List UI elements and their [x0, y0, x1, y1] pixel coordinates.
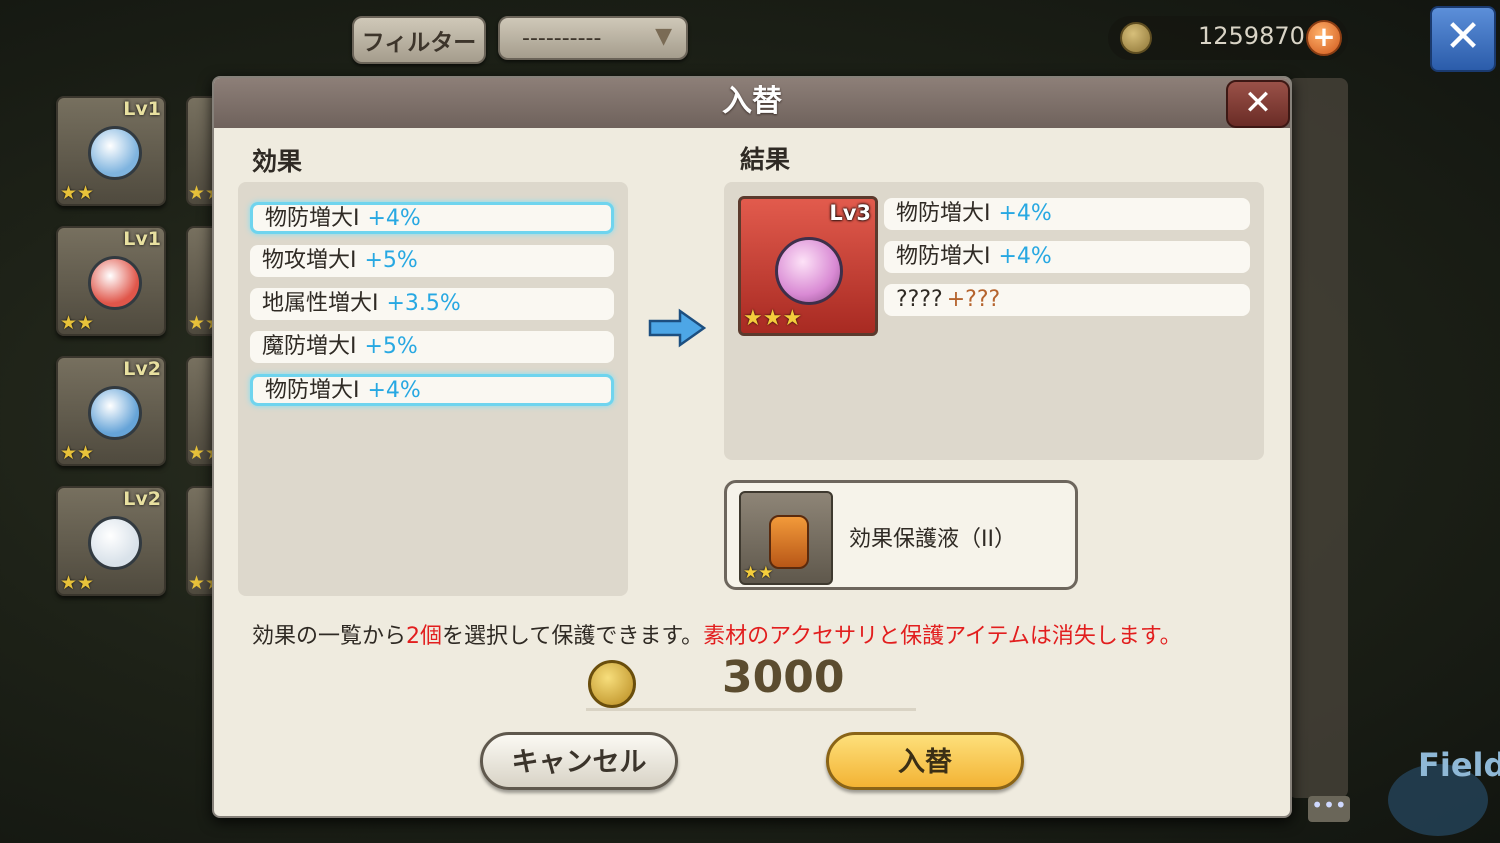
arrow-right-icon	[648, 308, 706, 348]
effect-value: +4%	[367, 378, 421, 403]
add-gold-button[interactable]: +	[1306, 20, 1342, 56]
effects-label: 効果	[252, 147, 303, 176]
effect-row[interactable]: 物防増大Ⅰ +4%	[250, 202, 614, 234]
field-button[interactable]: Field	[1418, 746, 1500, 784]
protect-item-slot[interactable]: ★★ 効果保護液（II）	[724, 480, 1078, 590]
background-side-panel	[1288, 78, 1348, 798]
chevron-down-icon: ▼	[655, 24, 672, 49]
result-row: ???? +???	[884, 284, 1250, 316]
effect-value: +3.5%	[386, 291, 461, 316]
gold-coin-icon	[1120, 22, 1152, 54]
accessory-gem-icon	[88, 256, 142, 310]
result-row: 物防増大Ⅰ +4%	[884, 241, 1250, 273]
result-value: +4%	[998, 244, 1052, 269]
effect-value: +5%	[364, 334, 418, 359]
protect-stars: ★★	[743, 563, 774, 583]
info-text: 効果の一覧から2個を選択して保護できます。素材のアクセサリと保護アイテムは消失し…	[252, 618, 1182, 650]
info-part1: 効果の一覧から	[252, 624, 407, 649]
tile-stars: ★★	[60, 442, 95, 464]
info-count: 2個	[406, 624, 443, 649]
accessory-tile-1[interactable]: Lv1 ★★	[56, 96, 166, 206]
close-icon[interactable]: ✕	[1430, 6, 1496, 72]
gold-amount: 1259870	[1198, 22, 1305, 50]
effect-row[interactable]: 地属性増大Ⅰ +3.5%	[250, 288, 614, 320]
result-name: 物防増大Ⅰ	[896, 244, 991, 269]
result-value: +4%	[998, 201, 1052, 226]
tile-level: Lv1	[123, 98, 161, 120]
tile-level: Lv2	[123, 358, 161, 380]
accessory-gem-icon	[88, 516, 142, 570]
effect-name: 物防増大Ⅰ	[265, 206, 360, 231]
result-row: 物防増大Ⅰ +4%	[884, 198, 1250, 230]
result-accessory-icon: Lv3 ★★★	[738, 196, 878, 336]
tile-level: Lv1	[123, 228, 161, 250]
accessory-gem-icon	[88, 386, 142, 440]
result-name: 物防増大Ⅰ	[896, 201, 991, 226]
result-level: Lv3	[829, 201, 871, 225]
result-stars: ★★★	[743, 306, 803, 331]
swap-dialog: 入替 ✕ 効果 結果 物防増大Ⅰ +4% 物攻増大Ⅰ +5% 地属性増大Ⅰ +3.5%…	[212, 76, 1292, 818]
bottle-icon	[769, 515, 809, 569]
accessory-tile-2[interactable]: Lv1 ★★	[56, 226, 166, 336]
dialog-title: 入替	[214, 78, 1290, 128]
effect-name: 物攻増大Ⅰ	[262, 248, 357, 273]
tile-stars: ★★	[60, 572, 95, 594]
result-name: ????	[896, 287, 943, 312]
effect-name: 物防増大Ⅰ	[265, 378, 360, 403]
tile-stars: ★★	[60, 182, 95, 204]
swap-button[interactable]: 入替	[826, 732, 1024, 790]
accessory-gem-icon	[88, 126, 142, 180]
potion-gem-icon	[775, 237, 843, 305]
result-label: 結果	[740, 145, 791, 174]
cost-divider	[586, 708, 916, 711]
filter-button[interactable]: フィルター	[352, 16, 486, 64]
cost-value: 3000	[722, 652, 845, 703]
protect-item-name: 効果保護液（II）	[849, 527, 1016, 552]
tile-stars: ★★	[60, 312, 95, 334]
filter-dropdown[interactable]: ---------- ▼	[498, 16, 688, 60]
chat-icon[interactable]: •••	[1308, 795, 1350, 822]
effect-value: +5%	[364, 248, 418, 273]
accessory-tile-3[interactable]: Lv2 ★★	[56, 356, 166, 466]
tile-level: Lv2	[123, 488, 161, 510]
effect-value: +4%	[367, 206, 421, 231]
result-value: +???	[946, 287, 1001, 312]
dialog-close-button[interactable]: ✕	[1226, 80, 1290, 128]
info-part2: を選択して保護できます。	[442, 624, 704, 649]
effect-name: 魔防増大Ⅰ	[262, 334, 357, 359]
cancel-button[interactable]: キャンセル	[480, 732, 678, 790]
result-panel: Lv3 ★★★ 物防増大Ⅰ +4% 物防増大Ⅰ +4% ???? +???	[724, 182, 1264, 460]
effects-list: 物防増大Ⅰ +4% 物攻増大Ⅰ +5% 地属性増大Ⅰ +3.5% 魔防増大Ⅰ +5% 物…	[238, 182, 628, 596]
effect-row[interactable]: 魔防増大Ⅰ +5%	[250, 331, 614, 363]
effect-row[interactable]: 物攻増大Ⅰ +5%	[250, 245, 614, 277]
filter-dropdown-value: ----------	[522, 25, 602, 51]
effect-name: 地属性増大Ⅰ	[262, 291, 379, 316]
effect-row[interactable]: 物防増大Ⅰ +4%	[250, 374, 614, 406]
protect-potion-icon: ★★	[739, 491, 833, 585]
accessory-tile-4[interactable]: Lv2 ★★	[56, 486, 166, 596]
info-warning: 素材のアクセサリと保護アイテムは消失します。	[703, 624, 1182, 649]
cost-coin-icon	[588, 660, 636, 708]
